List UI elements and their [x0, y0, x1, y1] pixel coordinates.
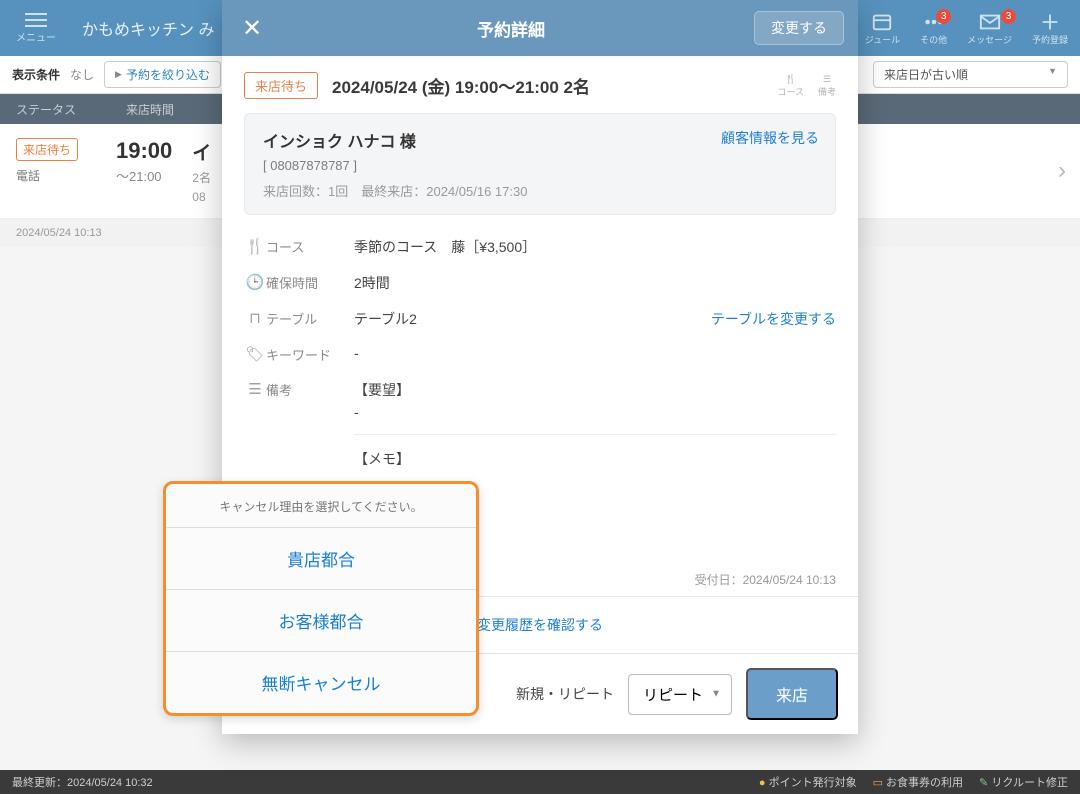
- course-mini-label: コース: [777, 85, 804, 98]
- point-label: ポイント発行対象: [769, 777, 857, 789]
- voucher-icon: ▭: [873, 777, 883, 789]
- note-icon: ☰: [244, 380, 266, 398]
- keyword-row: 🏷 キーワード -: [244, 337, 836, 372]
- voucher-label: お食事券の利用: [886, 777, 963, 789]
- memo-row: 【メモ】: [244, 441, 836, 477]
- separator: [354, 434, 836, 435]
- cancel-option-store[interactable]: 貴店都合: [166, 527, 476, 589]
- note-value: 【要望】 -: [354, 380, 836, 420]
- modal-date: 2024/05/24 (金) 19:00〜21:00 2名: [332, 73, 590, 98]
- note-mini-label: 備考: [818, 85, 836, 98]
- change-button[interactable]: 変更する: [754, 11, 844, 45]
- customer-card: インショク ハナコ 様 [ 08087878787 ] 来店回数：1回 最終来店…: [244, 113, 836, 215]
- cancel-option-customer[interactable]: お客様都合: [166, 589, 476, 651]
- status-bar: 最終更新：2024/05/24 10:32 ● ポイント発行対象 ▭ お食事券の…: [0, 770, 1080, 794]
- note-memo: 【メモ】: [354, 449, 836, 469]
- table-icon: ⊓: [244, 309, 266, 327]
- course-row: 🍴 コース 季節のコース 藤［¥3,500］: [244, 229, 836, 265]
- keyword-value: -: [354, 345, 836, 361]
- recruit-label: リクルート修正: [991, 777, 1068, 789]
- change-table-link[interactable]: テーブルを変更する: [711, 309, 836, 329]
- duration-row: 🕒 確保時間 2時間: [244, 265, 836, 301]
- note-mini-icon: ☰ 備考: [818, 74, 836, 98]
- customer-phone: [ 08087878787 ]: [263, 158, 817, 173]
- duration-label: 確保時間: [266, 273, 354, 292]
- status-line: 来店待ち 2024/05/24 (金) 19:00〜21:00 2名 🍴 コース…: [244, 72, 836, 99]
- note-dash: -: [354, 404, 836, 420]
- repeat-label: 新規・リピート: [516, 684, 614, 704]
- duration-value: 2時間: [354, 273, 836, 293]
- status-right: ● ポイント発行対象 ▭ お食事券の利用 ✎ リクルート修正: [759, 774, 1068, 790]
- note-req: 【要望】: [354, 380, 836, 400]
- note-icon: ☰: [823, 74, 831, 85]
- inline-icons: 🍴 コース ☰ 備考: [777, 74, 836, 98]
- note-row: ☰ 備考 【要望】 -: [244, 372, 836, 428]
- utensils-icon: 🍴: [244, 237, 266, 255]
- repeat-value: リピート: [643, 687, 703, 704]
- arrive-button[interactable]: 来店: [746, 668, 838, 720]
- voucher-indicator: ▭ お食事券の利用: [873, 774, 963, 790]
- point-dot-icon: ●: [759, 777, 766, 789]
- course-value: 季節のコース 藤［¥3,500］: [354, 237, 836, 257]
- utensils-icon: 🍴: [785, 74, 796, 85]
- modal-header: ✕ 予約詳細 変更する: [222, 0, 858, 56]
- clock-icon: 🕒: [244, 273, 266, 291]
- note-label: 備考: [266, 380, 354, 399]
- repeat-select[interactable]: リピート: [628, 674, 732, 715]
- customer-stats: 来店回数：1回 最終来店：2024/05/16 17:30: [263, 181, 817, 200]
- course-label: コース: [266, 237, 354, 256]
- table-label: テーブル: [266, 309, 354, 328]
- close-button[interactable]: ✕: [236, 10, 268, 47]
- last-updated: 最終更新：2024/05/24 10:32: [12, 774, 153, 790]
- modal-title: 予約詳細: [268, 16, 754, 41]
- modal-overlay: ✕ 予約詳細 変更する 来店待ち 2024/05/24 (金) 19:00〜21…: [0, 0, 1080, 794]
- recruit-icon: ✎: [979, 777, 988, 789]
- cancel-popup-title: キャンセル理由を選択してください。: [166, 484, 476, 527]
- tag-icon: 🏷: [244, 345, 266, 363]
- cancel-option-noshow[interactable]: 無断キャンセル: [166, 651, 476, 713]
- table-value: テーブル2: [354, 309, 711, 329]
- point-indicator: ● ポイント発行対象: [759, 774, 857, 790]
- customer-info-link[interactable]: 顧客情報を見る: [721, 128, 819, 148]
- keyword-label: キーワード: [266, 345, 354, 364]
- cancel-reason-popup: キャンセル理由を選択してください。 貴店都合 お客様都合 無断キャンセル: [163, 481, 479, 716]
- recruit-indicator: ✎ リクルート修正: [979, 774, 1068, 790]
- table-row: ⊓ テーブル テーブル2 テーブルを変更する: [244, 301, 836, 337]
- modal-status-chip: 来店待ち: [244, 72, 318, 99]
- course-mini-icon: 🍴 コース: [777, 74, 804, 98]
